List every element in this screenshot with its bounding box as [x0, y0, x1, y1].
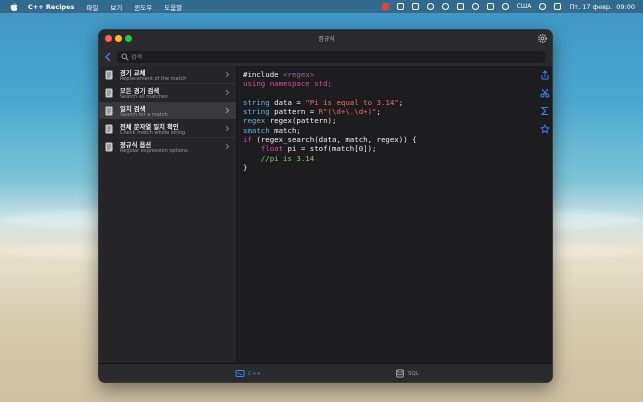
tab-label: SQL — [408, 370, 419, 377]
code-icon — [235, 370, 245, 377]
sidebar-item-subtitle: Replacement of the match — [120, 76, 187, 82]
code-block: #include <regex> using namespace std; st… — [243, 70, 417, 172]
menu-view[interactable]: 보기 — [110, 2, 122, 12]
clock[interactable]: Пт, 17 февр. 09:00 — [569, 3, 635, 11]
code-token: float — [260, 144, 284, 154]
chevron-right-icon — [225, 125, 230, 132]
search-input[interactable] — [131, 51, 531, 63]
user-icon[interactable] — [501, 3, 509, 10]
apple-menu-icon[interactable] — [10, 2, 18, 11]
search-box — [117, 51, 545, 63]
battery-icon[interactable] — [486, 3, 494, 10]
code-token: <regex> — [283, 70, 315, 79]
gear-icon[interactable] — [537, 33, 548, 44]
sidebar-item-check-whole[interactable]: 전체 문자열 일치 확인 Check match whole string — [99, 120, 236, 137]
code-token: smatch — [243, 125, 270, 135]
code-token: } — [243, 162, 248, 172]
search-icon — [121, 53, 129, 61]
code-token: #include — [243, 70, 284, 79]
code-token: regex(pattern); — [265, 116, 337, 126]
sidebar-item-regex-options[interactable]: 정규식 옵션 Regular expression options — [99, 138, 236, 155]
tool-strip — [535, 66, 552, 363]
document-icon — [105, 142, 113, 152]
document-icon — [105, 124, 113, 134]
code-token: ; — [376, 107, 381, 117]
chevron-right-icon — [225, 71, 230, 78]
spotlight-icon[interactable] — [539, 3, 547, 10]
star-icon[interactable] — [540, 124, 550, 134]
sigma-icon[interactable] — [540, 106, 550, 116]
sync-icon[interactable] — [441, 3, 449, 10]
database-icon — [396, 369, 404, 378]
code-token: using namespace std; — [243, 79, 332, 89]
sidebar-item-subtitle: Regular expression options — [120, 148, 188, 154]
sidebar-item-subtitle: Check match whole string — [120, 130, 186, 136]
code-token: pattern = — [269, 107, 319, 117]
mute-icon[interactable] — [411, 3, 419, 10]
menu-app-name[interactable]: C++ Recipes — [28, 3, 74, 11]
title-bar: 정규식 — [99, 30, 552, 48]
status-area: США Пт, 17 февр. 09:00 — [381, 0, 635, 13]
message-icon[interactable] — [396, 3, 404, 10]
sidebar-item-search-all[interactable]: 모든 경기 검색 Search all matches — [99, 84, 236, 101]
control-center-icon[interactable] — [554, 3, 562, 10]
code-token: pi = stof(match[0]); — [283, 144, 377, 154]
scissors-icon[interactable] — [540, 88, 550, 98]
search-row — [99, 48, 552, 67]
menu-help[interactable]: 도움말 — [164, 2, 182, 12]
code-token: string — [243, 107, 270, 117]
menu-window[interactable]: 윈도우 — [134, 2, 152, 12]
code-view[interactable]: #include <regex> using namespace std; st… — [237, 66, 535, 363]
code-token: ; — [398, 97, 404, 107]
input-source[interactable]: США — [517, 3, 532, 10]
tab-bar: C++ SQL — [99, 363, 552, 382]
sidebar-item-replace-match[interactable]: 경기 교체 Replacement of the match — [99, 66, 236, 83]
document-icon — [105, 70, 113, 80]
menu-file[interactable]: 파일 — [86, 2, 98, 12]
code-token: string — [243, 97, 270, 107]
code-token: data = — [269, 97, 306, 107]
code-token: regex — [243, 116, 266, 126]
sidebar: 경기 교체 Replacement of the match 모든 경기 검색 … — [99, 66, 237, 363]
window-title: 정규식 — [318, 36, 335, 43]
wifi-icon[interactable] — [471, 3, 479, 10]
tab-cpp[interactable]: C++ — [235, 369, 261, 378]
chevron-right-icon — [225, 89, 230, 96]
sidebar-item-search-match[interactable]: 일치 검색 Search for a match — [99, 102, 236, 119]
sidebar-item-subtitle: Search all matches — [120, 94, 168, 100]
sidebar-item-subtitle: Search for a match — [120, 112, 168, 118]
document-icon — [105, 88, 113, 98]
back-icon[interactable] — [104, 52, 112, 62]
code-token: if — [243, 135, 252, 145]
code-token: match; — [269, 125, 301, 135]
vpn-icon[interactable] — [426, 3, 434, 10]
app-window: 정규식 경기 교체 Replacement of the match 모든 경기… — [98, 29, 553, 383]
code-token: "(\d+\.\d+)" — [323, 107, 377, 117]
tab-sql[interactable]: SQL — [395, 369, 419, 378]
chevron-right-icon — [225, 143, 230, 150]
chevron-right-icon — [225, 107, 230, 114]
document-icon — [105, 106, 113, 116]
bluetooth-icon[interactable] — [456, 3, 464, 10]
code-token: (regex_search(data, match, regex)) { — [251, 135, 417, 145]
code-token: "Pi is equal to 3.14" — [305, 97, 399, 107]
record-icon[interactable] — [381, 3, 389, 10]
code-comment: //pi is 3.14 — [260, 153, 315, 163]
menu-bar: C++ Recipes 파일 보기 윈도우 도움말 США Пт, 17 фев… — [0, 0, 643, 13]
share-icon[interactable] — [540, 70, 550, 80]
tab-label: C++ — [248, 370, 262, 377]
